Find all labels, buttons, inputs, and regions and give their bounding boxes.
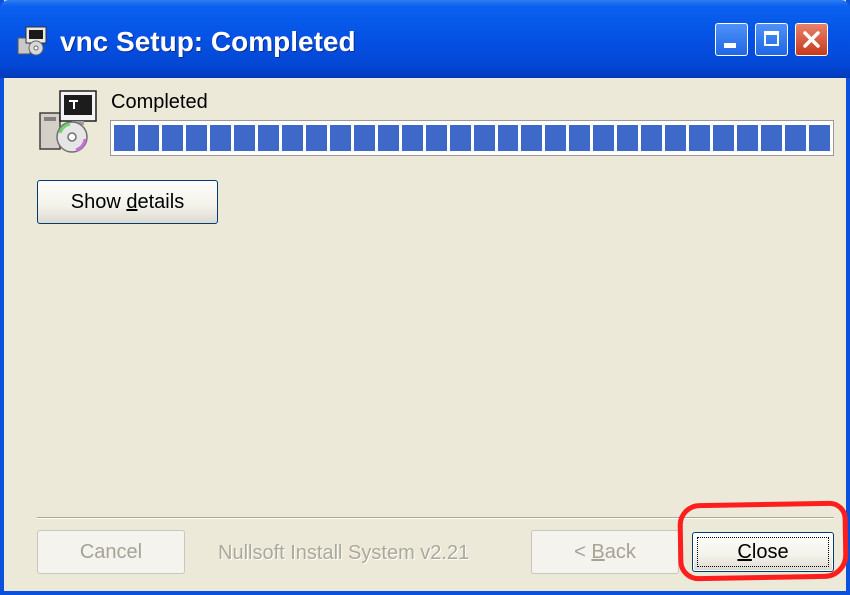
progress-segment bbox=[161, 125, 183, 151]
progress-segment bbox=[617, 125, 639, 151]
back-label-prefix: < bbox=[574, 541, 592, 563]
show-details-button[interactable]: Show details bbox=[37, 180, 218, 224]
minimize-icon bbox=[724, 43, 736, 48]
progress-segment bbox=[593, 125, 615, 151]
maximize-icon bbox=[764, 31, 779, 46]
title-bar[interactable]: vnc Setup: Completed bbox=[0, 0, 850, 78]
progress-segment bbox=[137, 125, 159, 151]
progress-segment bbox=[473, 125, 495, 151]
progress-segment bbox=[761, 125, 783, 151]
progress-segment bbox=[569, 125, 591, 151]
progress-segment bbox=[329, 125, 351, 151]
close-button[interactable]: Close bbox=[692, 532, 834, 572]
progress-segment bbox=[209, 125, 231, 151]
progress-segment bbox=[305, 125, 327, 151]
progress-segment bbox=[353, 125, 375, 151]
progress-segment bbox=[665, 125, 687, 151]
footer-separator bbox=[37, 517, 834, 519]
progress-segment bbox=[737, 125, 759, 151]
setup-window: vnc Setup: Completed Completed Show deta… bbox=[0, 0, 850, 595]
show-details-label-prefix: Show bbox=[70, 191, 127, 213]
close-window-button[interactable] bbox=[795, 23, 828, 56]
progress-segment bbox=[401, 125, 423, 151]
progress-segment bbox=[377, 125, 399, 151]
progress-segment bbox=[425, 125, 447, 151]
progress-segment bbox=[281, 125, 303, 151]
progress-segment bbox=[497, 125, 519, 151]
branding-text: Nullsoft Install System v2.21 bbox=[218, 542, 470, 564]
back-button[interactable]: < Back bbox=[531, 530, 679, 574]
progress-segment bbox=[641, 125, 663, 151]
app-icon bbox=[17, 26, 47, 56]
back-accelerator: B bbox=[591, 541, 605, 563]
window-title: vnc Setup: Completed bbox=[60, 26, 356, 57]
progress-segment bbox=[449, 125, 471, 151]
back-label-suffix: ack bbox=[604, 541, 636, 563]
progress-segment bbox=[689, 125, 711, 151]
minimize-button[interactable] bbox=[715, 23, 748, 56]
progress-segment bbox=[233, 125, 255, 151]
status-label: Completed bbox=[111, 91, 208, 113]
progress-segment bbox=[114, 125, 135, 151]
maximize-button[interactable] bbox=[755, 23, 788, 56]
progress-segment bbox=[809, 125, 831, 151]
show-details-accelerator: d bbox=[126, 191, 138, 213]
cancel-button[interactable]: Cancel bbox=[37, 530, 185, 574]
focus-ring bbox=[697, 537, 829, 567]
progress-segment bbox=[713, 125, 735, 151]
progress-segment bbox=[257, 125, 279, 151]
close-icon bbox=[803, 31, 820, 48]
show-details-label-suffix: etails bbox=[137, 191, 185, 213]
progress-bar bbox=[110, 120, 834, 156]
progress-segment bbox=[545, 125, 567, 151]
installer-icon bbox=[39, 90, 97, 153]
progress-segment bbox=[521, 125, 543, 151]
progress-segment bbox=[785, 125, 807, 151]
progress-segment bbox=[185, 125, 207, 151]
